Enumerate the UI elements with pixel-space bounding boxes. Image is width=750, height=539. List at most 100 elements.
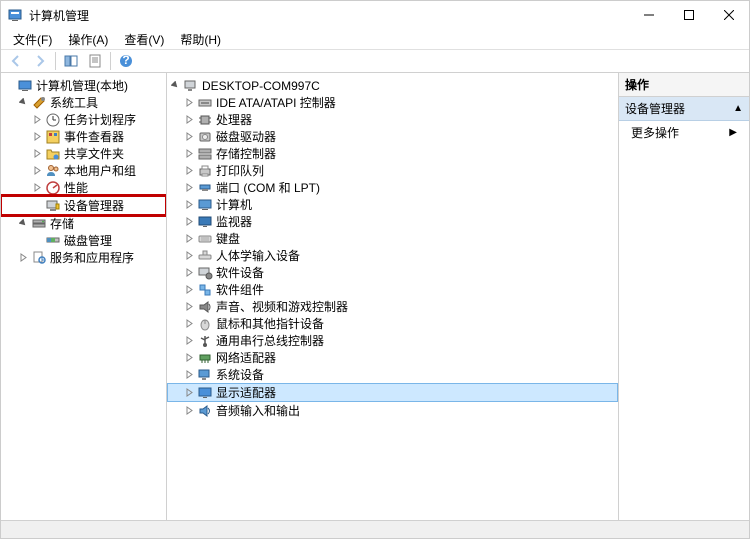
back-button[interactable] [5,50,27,72]
shared-folder-icon [45,146,61,162]
window-title: 计算机管理 [29,7,629,24]
performance-icon [45,180,61,196]
network-icon [197,350,213,366]
actions-section[interactable]: 设备管理器 ▲ [619,97,749,121]
device-category-cpu[interactable]: 处理器 [167,111,618,128]
device-category-hid[interactable]: 人体学输入设备 [167,247,618,264]
expander-icon[interactable] [183,97,195,109]
system-icon [197,367,213,383]
expander-icon[interactable] [17,252,29,264]
expander-icon[interactable] [183,199,195,211]
expander-icon[interactable] [183,387,195,399]
expander-icon[interactable] [183,114,195,126]
device-category-usb[interactable]: 通用串行总线控制器 [167,332,618,349]
expander-icon[interactable] [17,218,29,230]
expander-icon[interactable] [183,405,195,417]
tree-task-scheduler[interactable]: 任务计划程序 [1,111,166,128]
device-category-mouse[interactable]: 鼠标和其他指针设备 [167,315,618,332]
expander-icon[interactable] [183,369,195,381]
event-viewer-icon [45,129,61,145]
help-button[interactable]: ? [115,50,137,72]
expander-icon[interactable] [31,165,43,177]
forward-button[interactable] [29,50,51,72]
computer-icon [183,78,199,94]
tree-shared-folders[interactable]: 共享文件夹 [1,145,166,162]
expander-icon[interactable] [31,182,43,194]
expander-icon[interactable] [31,114,43,126]
expander-icon[interactable] [183,318,195,330]
show-hide-tree-button[interactable] [60,50,82,72]
expander-icon[interactable] [183,352,195,364]
expander-icon[interactable] [183,148,195,160]
tree-disk-management[interactable]: 磁盘管理 [1,232,166,249]
tree-device-manager[interactable]: 设备管理器 [1,196,166,215]
device-category-disk[interactable]: 磁盘驱动器 [167,128,618,145]
toolbar-separator [55,52,56,70]
keyboard-icon [197,231,213,247]
device-category-network[interactable]: 网络适配器 [167,349,618,366]
ide-icon [197,95,213,111]
device-category-media[interactable]: 声音、视频和游戏控制器 [167,298,618,315]
hid-icon [197,248,213,264]
expander-icon[interactable] [183,216,195,228]
expander-icon[interactable] [183,182,195,194]
device-category-monitor[interactable]: 监视器 [167,213,618,230]
printq-icon [197,163,213,179]
services-icon [31,250,47,266]
tree-storage[interactable]: 存储 [1,215,166,232]
expander-icon[interactable] [17,97,29,109]
device-category-ports[interactable]: 端口 (COM 和 LPT) [167,179,618,196]
device-category-audio[interactable]: 音频输入和输出 [167,402,618,419]
device-manager-icon [45,198,61,214]
users-icon [45,163,61,179]
properties-button[interactable] [84,50,106,72]
device-category-ide[interactable]: IDE ATA/ATAPI 控制器 [167,94,618,111]
menu-help[interactable]: 帮助(H) [172,29,229,50]
close-button[interactable] [709,1,749,29]
expander-icon[interactable] [31,148,43,160]
expander-icon[interactable] [183,284,195,296]
usb-icon [197,333,213,349]
expander-icon[interactable] [169,80,181,92]
device-category-keyboard[interactable]: 键盘 [167,230,618,247]
device-category-software[interactable]: 软件设备 [167,264,618,281]
computer-management-icon [17,78,33,94]
tree-performance[interactable]: 性能 [1,179,166,196]
maximize-button[interactable] [669,1,709,29]
device-category-display[interactable]: 显示适配器 [167,383,618,402]
device-category-printq[interactable]: 打印队列 [167,162,618,179]
tools-icon [31,95,47,111]
minimize-button[interactable] [629,1,669,29]
tree-event-viewer[interactable]: 事件查看器 [1,128,166,145]
expander-icon[interactable] [183,335,195,347]
cpu-icon [197,112,213,128]
device-root[interactable]: DESKTOP-COM997C [167,77,618,94]
status-bar [1,520,749,538]
actions-more[interactable]: 更多操作 ▶ [619,121,749,144]
device-category-system[interactable]: 系统设备 [167,366,618,383]
menu-view[interactable]: 查看(V) [116,29,172,50]
swcomp-icon [197,282,213,298]
device-category-swcomp[interactable]: 软件组件 [167,281,618,298]
tree-root-computer-management[interactable]: 计算机管理(本地) [1,77,166,94]
expander-icon[interactable] [183,301,195,313]
ports-icon [197,180,213,196]
expander-icon[interactable] [183,131,195,143]
storage-icon [31,216,47,232]
device-category-computer[interactable]: 计算机 [167,196,618,213]
computer-icon [197,197,213,213]
device-category-storctrl[interactable]: 存储控制器 [167,145,618,162]
toolbar-separator [110,52,111,70]
expander-icon[interactable] [183,250,195,262]
menu-file[interactable]: 文件(F) [5,29,60,50]
expander-icon[interactable] [183,267,195,279]
expander-icon[interactable] [183,165,195,177]
expander-icon[interactable] [31,131,43,143]
svg-text:?: ? [122,54,129,67]
menu-action[interactable]: 操作(A) [60,29,116,50]
tree-local-users[interactable]: 本地用户和组 [1,162,166,179]
tree-services-apps[interactable]: 服务和应用程序 [1,249,166,266]
expander-icon[interactable] [183,233,195,245]
actions-more-label: 更多操作 [631,124,679,141]
tree-system-tools[interactable]: 系统工具 [1,94,166,111]
